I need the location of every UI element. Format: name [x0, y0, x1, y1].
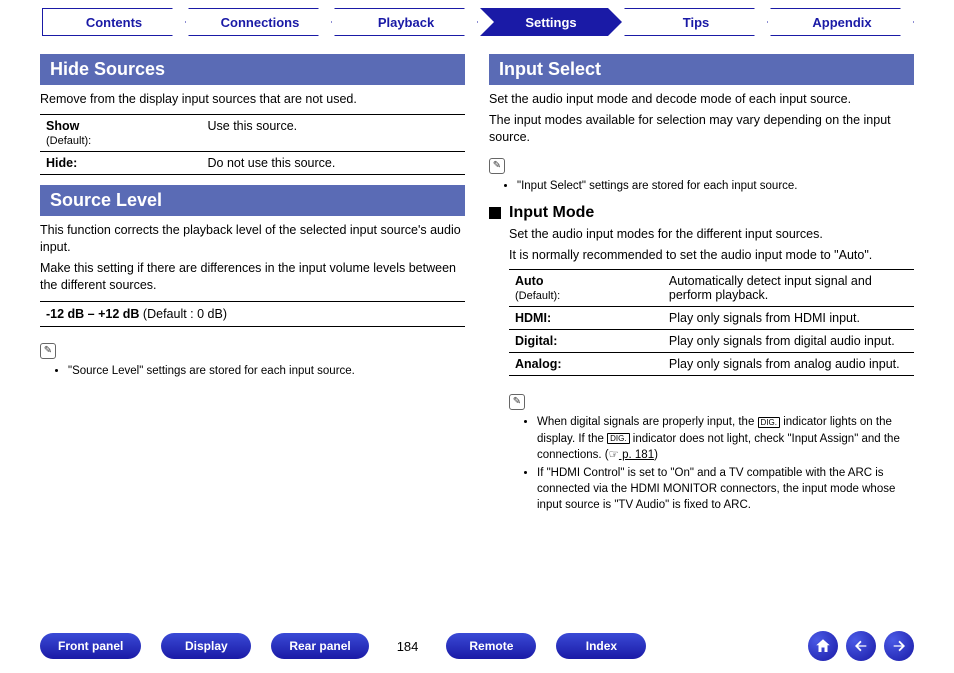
- right-column: Input Select Set the audio input mode an…: [489, 54, 914, 515]
- nav-front-panel[interactable]: Front panel: [40, 633, 141, 659]
- heading-hide-sources: Hide Sources: [40, 54, 465, 85]
- left-column: Hide Sources Remove from the display inp…: [40, 54, 465, 515]
- list-item: If "HDMI Control" is set to "On" and a T…: [537, 465, 914, 513]
- heading-source-level: Source Level: [40, 185, 465, 216]
- row-val: Play only signals from analog audio inpu…: [663, 353, 914, 376]
- table-row: Auto (Default): Automatically detect inpu…: [509, 270, 914, 307]
- page-link-181[interactable]: p. 181: [619, 449, 654, 461]
- dig-indicator-icon: DIG.: [607, 433, 629, 444]
- input-mode-desc2: It is normally recommended to set the au…: [509, 247, 914, 264]
- tab-contents[interactable]: Contents: [42, 8, 186, 36]
- table-row: Hide: Do not use this source.: [40, 151, 465, 174]
- source-level-range: -12 dB – +12 dB (Default : 0 dB): [40, 301, 465, 327]
- table-row: HDMI: Play only signals from HDMI input.: [509, 307, 914, 330]
- hide-sources-table: Show (Default): Use this source. Hide: Do…: [40, 114, 465, 175]
- square-bullet-icon: [489, 207, 501, 219]
- list-item: "Input Select" settings are stored for e…: [517, 178, 914, 194]
- home-icon: [814, 637, 832, 655]
- dig-indicator-icon: DIG.: [758, 417, 780, 428]
- subheading-input-mode: Input Mode: [489, 204, 914, 222]
- page-body: Hide Sources Remove from the display inp…: [0, 36, 954, 515]
- source-level-desc1: This function corrects the playback leve…: [40, 222, 465, 256]
- input-select-notes: "Input Select" settings are stored for e…: [489, 178, 914, 194]
- note-text: ): [654, 449, 658, 461]
- nav-index[interactable]: Index: [556, 633, 646, 659]
- table-row: Digital: Play only signals from digital …: [509, 330, 914, 353]
- row-key: Show: [46, 119, 79, 133]
- pencil-icon: ✎: [489, 158, 505, 174]
- table-row: Show (Default): Use this source.: [40, 114, 465, 151]
- hide-sources-desc: Remove from the display input sources th…: [40, 91, 465, 108]
- row-sub: (Default):: [515, 290, 560, 302]
- note-text: When digital signals are properly input,…: [537, 416, 758, 428]
- row-val: Play only signals from HDMI input.: [663, 307, 914, 330]
- row-key: Auto: [515, 274, 543, 288]
- tab-appendix[interactable]: Appendix: [770, 8, 914, 36]
- page-number: 184: [389, 639, 427, 654]
- top-nav: Contents Connections Playback Settings T…: [0, 0, 954, 36]
- list-item: "Source Level" settings are stored for e…: [68, 363, 465, 379]
- pointer-icon: ☞: [609, 449, 619, 461]
- arrow-left-icon: [853, 638, 869, 654]
- tab-connections[interactable]: Connections: [188, 8, 332, 36]
- row-key: Analog:: [515, 357, 562, 371]
- row-val: Play only signals from digital audio inp…: [663, 330, 914, 353]
- tab-playback[interactable]: Playback: [334, 8, 478, 36]
- row-val: Automatically detect input signal and pe…: [663, 270, 914, 307]
- bottom-nav: Front panel Display Rear panel 184 Remot…: [0, 631, 954, 661]
- input-mode-title: Input Mode: [509, 204, 594, 222]
- next-page-button[interactable]: [884, 631, 914, 661]
- home-button[interactable]: [808, 631, 838, 661]
- row-key: Digital:: [515, 334, 557, 348]
- row-key: Hide:: [46, 156, 77, 170]
- range-bold: -12 dB – +12 dB: [46, 307, 139, 321]
- nav-display[interactable]: Display: [161, 633, 251, 659]
- nav-remote[interactable]: Remote: [446, 633, 536, 659]
- arrow-right-icon: [891, 638, 907, 654]
- input-mode-notes: When digital signals are properly input,…: [509, 414, 914, 513]
- tab-settings[interactable]: Settings: [480, 8, 622, 36]
- pencil-icon: ✎: [509, 394, 525, 410]
- range-rest: (Default : 0 dB): [139, 307, 227, 321]
- input-select-desc1: Set the audio input mode and decode mode…: [489, 91, 914, 108]
- row-sub: (Default):: [46, 135, 91, 147]
- input-select-desc2: The input modes available for selection …: [489, 112, 914, 146]
- heading-input-select: Input Select: [489, 54, 914, 85]
- prev-page-button[interactable]: [846, 631, 876, 661]
- pencil-icon: ✎: [40, 343, 56, 359]
- list-item: When digital signals are properly input,…: [537, 414, 914, 462]
- source-level-notes: "Source Level" settings are stored for e…: [40, 363, 465, 379]
- row-val: Do not use this source.: [202, 151, 466, 174]
- input-mode-desc1: Set the audio input modes for the differ…: [509, 226, 914, 243]
- page-controls: [808, 631, 914, 661]
- source-level-desc2: Make this setting if there are differenc…: [40, 260, 465, 294]
- table-row: Analog: Play only signals from analog au…: [509, 353, 914, 376]
- tab-tips[interactable]: Tips: [624, 8, 768, 36]
- row-val: Use this source.: [202, 114, 466, 151]
- nav-rear-panel[interactable]: Rear panel: [271, 633, 368, 659]
- input-mode-table: Auto (Default): Automatically detect inpu…: [509, 269, 914, 376]
- row-key: HDMI:: [515, 311, 551, 325]
